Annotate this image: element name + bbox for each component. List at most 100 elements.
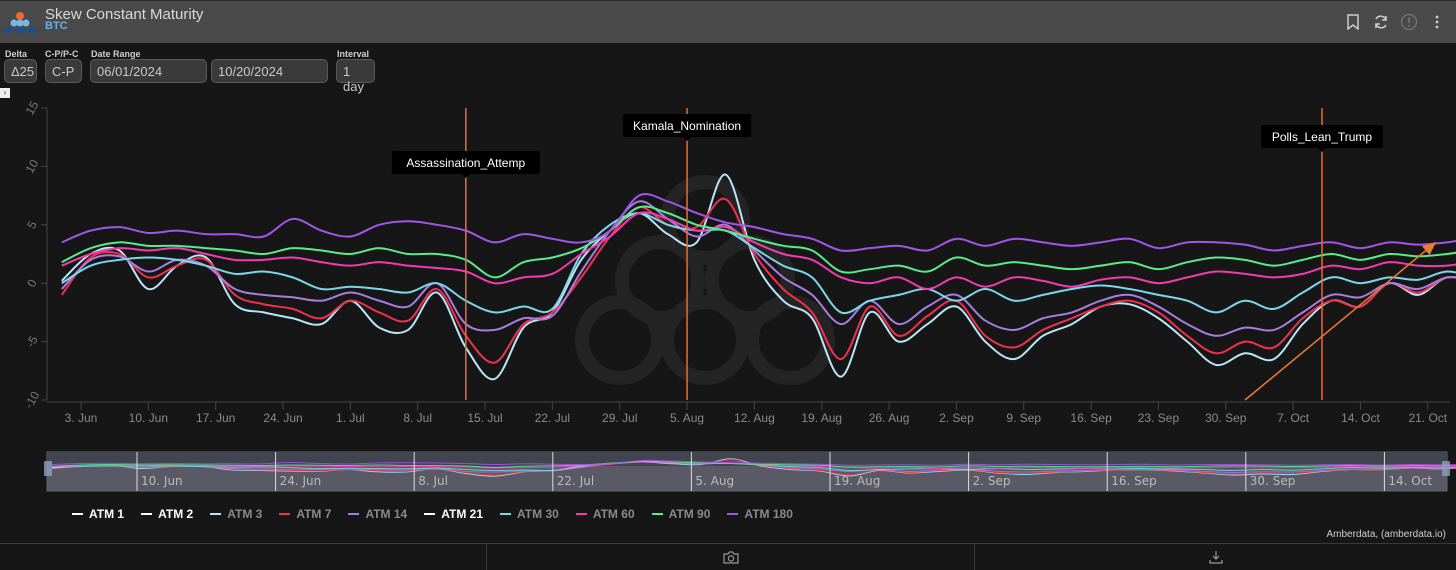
legend-label: ATM 90 [668,507,711,521]
watermark-circle [745,295,835,385]
navigator-tick-label: 8. Jul [418,474,448,488]
amberdata-logo-icon [4,12,36,34]
legend-item-atm-3[interactable]: ATM 3 [210,507,262,521]
legend-item-atm-7[interactable]: ATM 7 [279,507,331,521]
x-tick-label: 21. Oct [1408,411,1447,425]
info-icon[interactable] [1400,13,1418,31]
watermark-circle [660,295,750,385]
x-tick-label: 19. Aug [801,411,842,425]
annotation-pointer [461,174,470,178]
annotation-pointer [683,137,692,141]
legend-swatch [500,513,512,515]
cp-select[interactable]: C-P [45,59,82,83]
legend-swatch [727,513,739,515]
legend-label: ATM 7 [296,507,332,521]
navigator-handle[interactable] [44,461,52,476]
legend-label: ATM 60 [592,507,635,521]
navigator-tick-label: 10. Jun [141,474,183,488]
annotation-text: Kamala_Nomination [633,119,741,133]
cp-label: C-P/P-C [45,49,79,59]
legend-item-atm-1[interactable]: ATM 1 [72,507,124,521]
navigator-tick-label: 16. Sep [1111,474,1157,488]
navigator-tick-label: 24. Jun [280,474,322,488]
interval-select[interactable]: 1 day [336,59,375,94]
footer-toolbar [0,543,1456,570]
credit-text: Amberdata, (amberdata.io) [1326,529,1446,540]
x-tick-label: 2. Sep [939,411,974,425]
x-tick-label: 8. Jul [403,411,432,425]
legend-item-atm-60[interactable]: ATM 60 [575,507,635,521]
navigator-tick-label: 14. Oct [1388,474,1432,488]
title-bar: Skew Constant Maturity BTC [0,0,1456,43]
legend-item-atm-90[interactable]: ATM 90 [651,507,711,521]
navigator-tick-label: 5. Aug [695,474,734,488]
navigator-tick-label: 19. Aug [834,474,880,488]
legend-item-atm-2[interactable]: ATM 2 [141,507,193,521]
legend-swatch [141,513,153,515]
y-tick-label: -5 [23,333,41,350]
annotation-label: Assassination_Attemp [391,151,540,178]
legend-label: ATM 14 [365,507,408,521]
watermark-circle [575,295,665,385]
download-button[interactable] [975,544,1456,570]
more-icon[interactable] [1428,13,1446,31]
interval-label: Interval [337,49,370,59]
x-tick-label: 30. Sep [1205,411,1247,425]
legend-swatch [348,513,360,515]
x-tick-label: 14. Oct [1341,411,1380,425]
x-tick-label: 26. Aug [869,411,910,425]
x-tick-label: 22. Jul [535,411,570,425]
x-tick-label: 29. Jul [602,411,637,425]
legend-swatch [575,513,587,515]
navigator-tick-label: 2. Sep [973,474,1011,488]
legend-label: ATM 30 [517,507,559,521]
x-tick-label: 16. Sep [1070,411,1112,425]
x-tick-label: 24. Jun [263,411,302,425]
x-tick-label: 15. Jul [467,411,502,425]
legend-label: ATM 1 [89,507,125,521]
start-date-input[interactable]: 06/01/2024 [90,59,207,83]
chart-legend: ATM 1 ATM 2 ATM 3 ATM 7 ATM 14 ATM 21 ATM 30 AT… [72,507,793,521]
legend-item-atm-30[interactable]: ATM 30 [500,507,559,521]
legend-label: ATM 3 [227,507,263,521]
footer-empty-cell [0,544,487,570]
navigator-tick-label: 22. Jul [557,474,594,488]
bookmark-icon[interactable] [1344,13,1362,31]
navigator-tick-label: 30. Sep [1250,474,1296,488]
screenshot-button[interactable] [487,544,975,570]
chart-title: Skew Constant Maturity [45,6,204,23]
navigator-handle[interactable] [1442,461,1450,476]
legend-item-atm-180[interactable]: ATM 180 [727,507,793,521]
y-tick-label: 0 [24,277,40,290]
camera-icon [722,551,739,564]
legend-swatch [72,513,83,515]
legend-item-atm-21[interactable]: ATM 21 [424,507,483,521]
annotation-label: Kamala_Nomination [622,114,752,141]
x-tick-label: 5. Aug [670,411,704,425]
skew-chart: 15 10 5 0 -5 -10 3. Jun 10. Jun 17. Jun 24. Jun 1.… [22,98,1456,492]
watermark-logo [575,175,835,385]
asset-label: BTC [45,20,68,32]
controls-bar: Delta Δ25 C-P/P-C C-P Date Range 06/01/2… [0,43,1456,94]
delta-select[interactable]: Δ25 [4,59,37,83]
y-tick-label: 10 [23,157,42,176]
x-tick-label: 3. Jun [65,411,98,425]
legend-swatch [651,513,663,515]
end-date-input[interactable]: 10/20/2024 [211,59,328,83]
x-tick-label: 1. Jul [336,411,365,425]
y-tick-label: 15 [23,98,42,117]
x-tick-label: 17. Jun [196,411,235,425]
refresh-icon[interactable] [1372,13,1390,31]
legend-label: ATM 21 [441,507,484,521]
x-tick-label: 12. Aug [734,411,775,425]
annotation-text: Assassination_Attemp [406,156,525,170]
x-tick-label: 9. Sep [1006,411,1041,425]
delta-label: Delta [5,49,28,59]
annotation-text: Polls_Lean_Trump [1272,130,1373,144]
legend-item-atm-14[interactable]: ATM 14 [348,507,407,521]
annotation-label: Polls_Lean_Trump [1261,125,1383,152]
date-range-label: Date Range [91,49,141,59]
legend-swatch [210,513,222,515]
legend-swatch [279,513,291,515]
y-tick-label: -10 [22,389,43,411]
